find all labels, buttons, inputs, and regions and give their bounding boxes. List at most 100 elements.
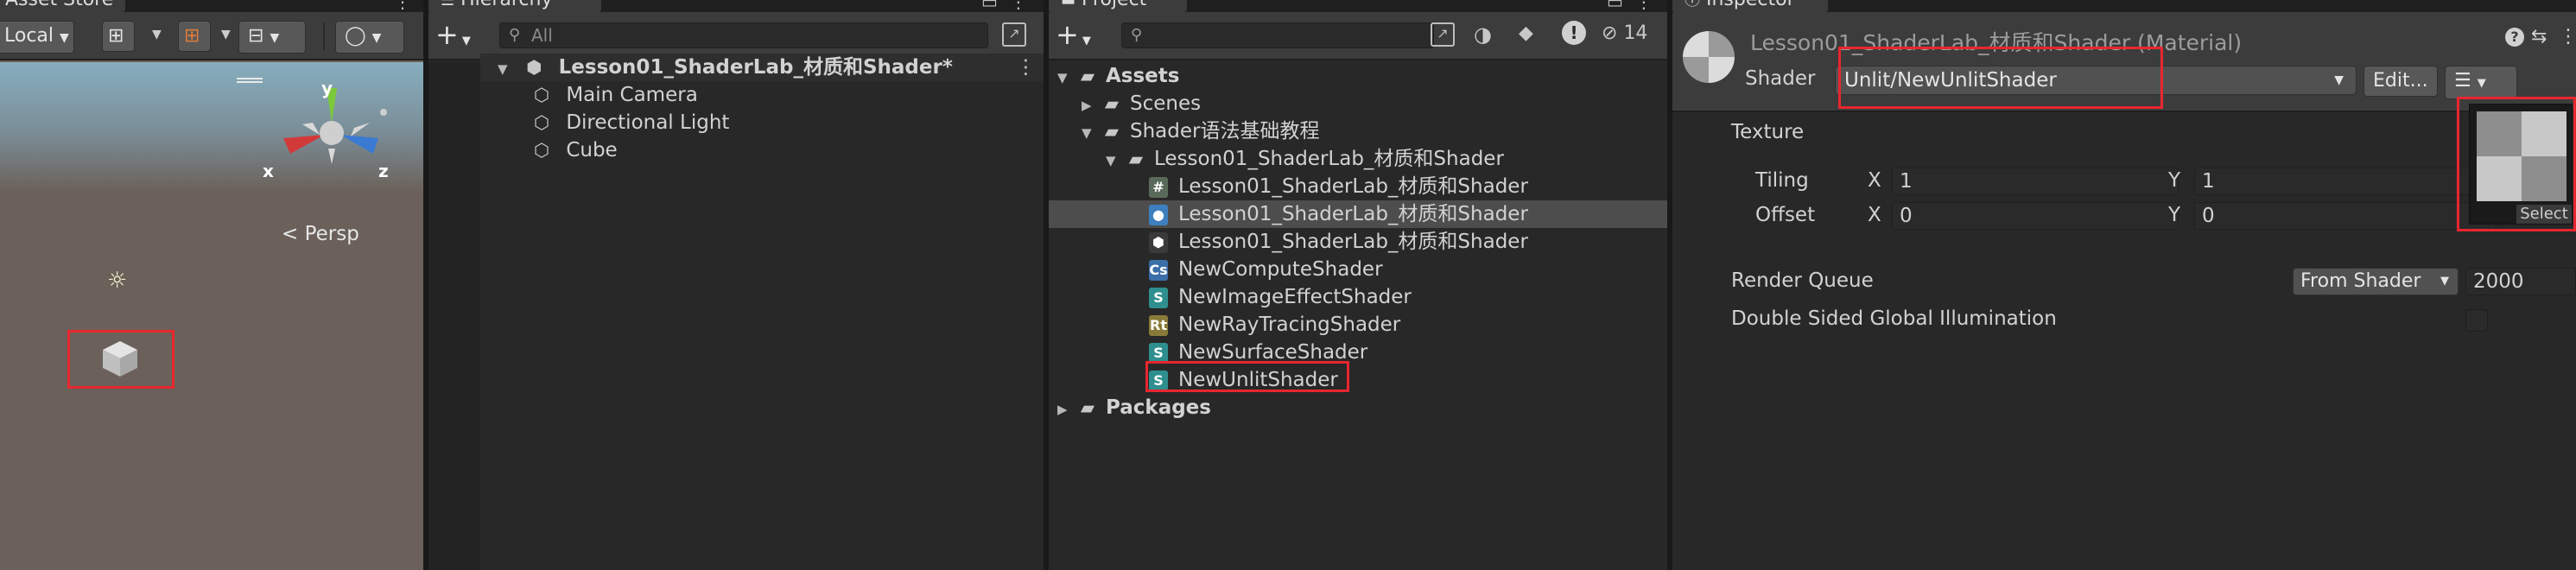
- chevron-down-icon[interactable]: ▼: [152, 28, 162, 41]
- expand-arrow-icon[interactable]: ▼: [1106, 147, 1125, 174]
- add-button[interactable]: + ▼: [435, 19, 471, 57]
- filter-by-label-icon[interactable]: ◆: [1519, 22, 1533, 44]
- filter-by-type-icon[interactable]: ◑: [1474, 22, 1492, 47]
- expand-arrow-icon[interactable]: ▼: [1057, 64, 1076, 92]
- shading-mode-button[interactable]: ◯ ▼: [335, 21, 404, 54]
- chevron-down-icon: ▼: [2334, 73, 2344, 87]
- hierarchy-item[interactable]: ⬡ Directional Light: [480, 109, 730, 136]
- project-tree-item[interactable]: ● Lesson01_ShaderLab_材质和Shader: [1049, 200, 1667, 228]
- project-tree-item[interactable]: S NewImageEffectShader: [1049, 283, 1667, 311]
- gizmo-neg-z[interactable]: [302, 123, 320, 135]
- hierarchy-item-label: Directional Light: [566, 111, 730, 134]
- gizmo-neg-x[interactable]: [351, 123, 370, 136]
- project-tree-item[interactable]: ⬢ Lesson01_ShaderLab_材质和Shader: [1049, 228, 1667, 256]
- folder-open-icon: ▰: [1080, 66, 1095, 86]
- tiling-y-field[interactable]: 1: [2194, 168, 2497, 195]
- hierarchy-panel: ☰ Hierarchy ▭⋮ +▼ ⚲ All ↗ ▼ ⬢ Lesson01_S…: [428, 0, 1044, 570]
- project-tree-item[interactable]: ▼ ▰ Shader语法基础教程: [1049, 117, 1667, 145]
- chevron-down-icon: ▼: [2440, 275, 2449, 288]
- scene-tab-menu-icon[interactable]: ⋮: [394, 0, 423, 12]
- folder-open-icon: ▰: [1104, 121, 1120, 142]
- cube-outline-icon: ⬡: [533, 85, 550, 105]
- tiling-label: Tiling: [1755, 169, 1809, 192]
- dsgi-checkbox[interactable]: [2465, 309, 2488, 332]
- shader-options-button[interactable]: ☰ ▼: [2445, 66, 2517, 99]
- texture-highlight-box: [2457, 97, 2576, 231]
- project-tree-item[interactable]: Cs NewComputeShader: [1049, 256, 1667, 283]
- expand-arrow-icon[interactable]: ▼: [498, 55, 517, 83]
- folder-icon: ▰: [1080, 397, 1095, 418]
- shader-icon: S: [1149, 342, 1168, 364]
- tab-hierarchy[interactable]: ☰ Hierarchy: [428, 0, 601, 12]
- gizmo-neg-y[interactable]: [328, 149, 335, 164]
- open-window-icon[interactable]: ↗: [1431, 22, 1455, 47]
- project-tree-item-label: Lesson01_ShaderLab_材质和Shader: [1178, 203, 1528, 225]
- project-tree-item-label: Assets: [1106, 65, 1180, 87]
- grid-snap-button[interactable]: ⊞: [102, 21, 135, 52]
- more-menu-icon[interactable]: ⋮: [1010, 0, 1039, 12]
- project-tree-item[interactable]: Rt NewRayTracingShader: [1049, 311, 1667, 339]
- info-icon: ⓘ: [1685, 0, 1700, 10]
- project-tree-item[interactable]: S NewSurfaceShader: [1049, 339, 1667, 366]
- tab-project[interactable]: ▬ Project: [1049, 0, 1187, 12]
- more-menu-icon[interactable]: ⋮: [1016, 54, 1036, 81]
- scene-root-row[interactable]: ▼ ⬢ Lesson01_ShaderLab_材质和Shader* ⋮: [480, 54, 1044, 81]
- hierarchy-search-input[interactable]: ⚲ All: [499, 22, 988, 48]
- more-menu-icon[interactable]: ⋮: [1635, 0, 1665, 12]
- project-tree-item-label: NewComputeShader: [1178, 258, 1383, 281]
- open-window-icon[interactable]: ↗: [1002, 22, 1026, 47]
- hierarchy-tab-label: Hierarchy: [460, 0, 552, 10]
- gizmo-z-cone[interactable]: [340, 135, 378, 154]
- light-gizmo-icon[interactable]: ☼: [107, 268, 127, 294]
- expand-arrow-icon[interactable]: ▶: [1057, 396, 1076, 423]
- hidden-packages-toggle[interactable]: ⊘ 14: [1602, 22, 1647, 44]
- tab-inspector[interactable]: ⓘ Inspector: [1672, 0, 1828, 12]
- preset-icon[interactable]: ⇆: [2531, 26, 2547, 48]
- project-tree-item[interactable]: ▼ ▰ Assets: [1049, 62, 1667, 90]
- hierarchy-tab-controls[interactable]: ▭⋮: [981, 0, 1039, 12]
- project-tree-item[interactable]: S NewUnlitShader: [1049, 366, 1667, 394]
- list-icon: ☰: [441, 0, 455, 10]
- scene-viewport[interactable]: y x z < Persp ☼: [0, 62, 423, 570]
- render-queue-mode-dropdown[interactable]: From Shader ▼: [2293, 268, 2459, 295]
- hierarchy-item[interactable]: ⬡ Main Camera: [480, 81, 698, 109]
- project-search-input[interactable]: ⚲: [1121, 22, 1434, 48]
- scene-toolbar: Local ▼ ⊞ ▼ ⊞ ▼ ⊟ ▼ ◯ ▼: [0, 12, 423, 60]
- render-queue-value-field[interactable]: 2000: [2465, 268, 2576, 295]
- project-tree-item-label: Packages: [1106, 396, 1211, 419]
- eye-slash-icon: ⊘: [1602, 22, 1618, 44]
- scene-tabbar: Asset Store ⋮: [0, 0, 423, 12]
- expand-arrow-icon[interactable]: ▶: [1082, 92, 1101, 119]
- hamburger-icon[interactable]: [237, 78, 263, 83]
- draw-mode-button[interactable]: ⊟ ▼: [238, 21, 306, 54]
- more-menu-icon[interactable]: ⋮: [2559, 26, 2576, 48]
- pivot-mode-dropdown[interactable]: Local ▼: [0, 21, 74, 54]
- project-tab-controls[interactable]: ▭⋮: [1607, 0, 1665, 12]
- expand-arrow-icon[interactable]: ▼: [1082, 119, 1101, 147]
- warning-filter-icon[interactable]: !: [1562, 21, 1586, 45]
- project-tree-item[interactable]: ▼ ▰ Lesson01_ShaderLab_材质和Shader: [1049, 145, 1667, 173]
- gizmo-x-cone[interactable]: [283, 135, 325, 154]
- add-asset-button[interactable]: + ▼: [1056, 19, 1091, 57]
- help-icon[interactable]: ?: [2505, 28, 2524, 47]
- project-tree-item[interactable]: # Lesson01_ShaderLab_材质和Shader: [1049, 173, 1667, 200]
- chevron-down-icon[interactable]: ▼: [221, 28, 231, 41]
- inspector-tab-label: Inspector: [1706, 0, 1795, 10]
- offset-y-field[interactable]: 0: [2194, 202, 2497, 230]
- offset-x-field[interactable]: 0: [1892, 202, 2179, 230]
- project-tree-item[interactable]: ▶ ▰ Scenes: [1049, 90, 1667, 117]
- persp-toggle[interactable]: < Persp: [282, 223, 359, 245]
- project-tree-item-label: Lesson01_ShaderLab_材质和Shader: [1154, 148, 1504, 170]
- project-tree-item[interactable]: ▶ ▰ Packages: [1049, 394, 1667, 421]
- increment-snap-button[interactable]: ⊞: [178, 21, 211, 52]
- shader-edit-button[interactable]: Edit...: [2363, 66, 2438, 97]
- maximize-icon[interactable]: ▭: [981, 0, 1010, 12]
- tiling-x-field[interactable]: 1: [1892, 168, 2179, 195]
- maximize-icon[interactable]: ▭: [1607, 0, 1635, 12]
- gizmo-center[interactable]: [320, 121, 344, 145]
- cube-outline-icon: ⬡: [533, 112, 550, 133]
- chevron-down-icon: ▼: [1082, 35, 1091, 48]
- hierarchy-item[interactable]: ⬡ Cube: [480, 136, 618, 164]
- tab-asset-store[interactable]: Asset Store: [0, 0, 126, 12]
- cube-gizmo-icon[interactable]: [100, 339, 140, 378]
